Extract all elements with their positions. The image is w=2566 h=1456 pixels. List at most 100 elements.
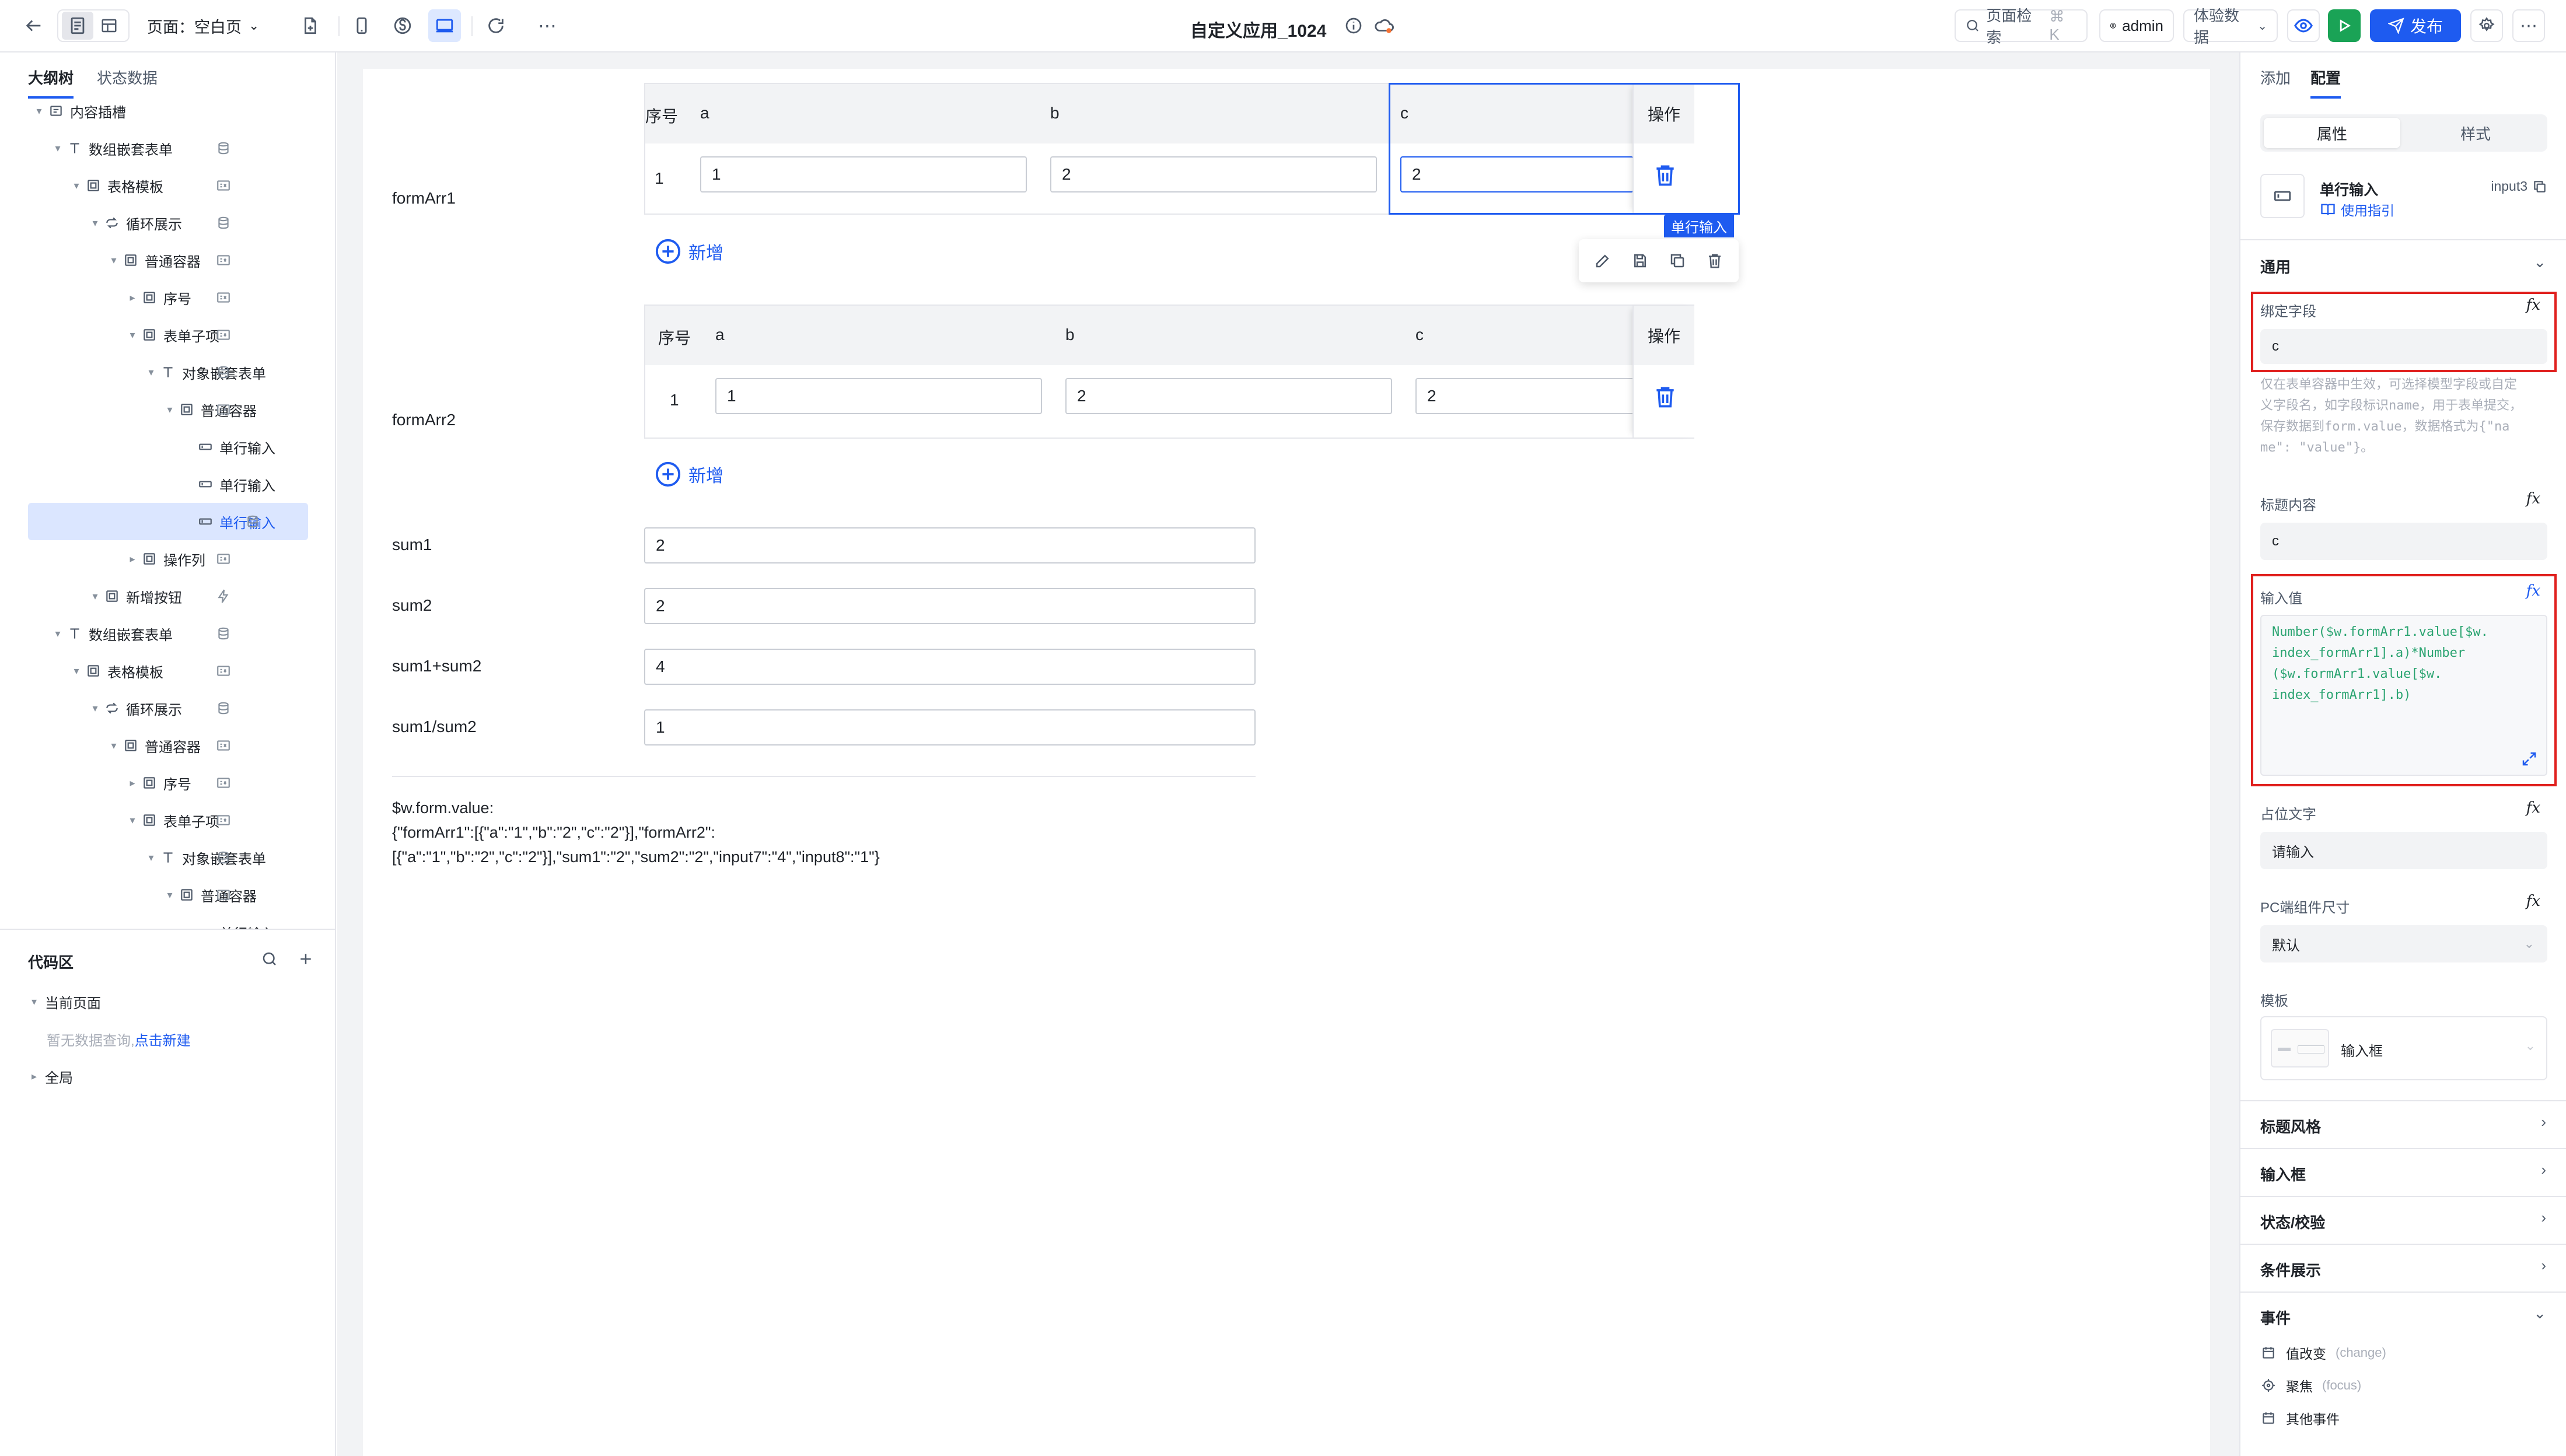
tree-node[interactable]: ▾ 新增按钮 (0, 578, 308, 615)
fx-icon[interactable]: fx (2526, 799, 2540, 817)
tree-node[interactable]: 单行输入 (28, 503, 308, 540)
mini-program-icon[interactable] (386, 9, 419, 42)
section-input-box[interactable]: 输入框 (2260, 1163, 2306, 1185)
page-selector[interactable]: 页面：空白页 ⌄ (147, 9, 259, 42)
copy-icon[interactable] (1664, 247, 1691, 274)
fx-icon[interactable]: fx (2526, 892, 2540, 910)
chevron-right-icon[interactable]: › (2541, 1161, 2546, 1179)
layout-icon[interactable] (93, 12, 125, 40)
caret-down-icon[interactable]: ▾ (107, 740, 120, 752)
event-other[interactable]: 其他事件 (2260, 1408, 2340, 1428)
edit-icon[interactable] (1589, 247, 1616, 274)
tree-node[interactable]: ▾ 普通容器 (0, 727, 308, 764)
seg-properties[interactable]: 属性 (2264, 118, 2400, 148)
form2-input-c[interactable]: 2 (1415, 378, 1649, 414)
chevron-down-icon[interactable]: ⌄ (2533, 253, 2546, 271)
sum2-input[interactable]: 2 (644, 588, 1256, 624)
form1-input-c[interactable]: 2 (1400, 156, 1634, 192)
preview-eye-button[interactable] (2287, 9, 2320, 42)
add-icon[interactable] (294, 947, 317, 971)
fx-icon[interactable]: fx (2526, 296, 2540, 314)
tree-node[interactable]: ▸ 序号 (0, 764, 308, 802)
caret-down-icon[interactable]: ▾ (126, 814, 139, 827)
tree-node[interactable]: ▾ 数组嵌套表单 (0, 130, 308, 167)
expand-icon[interactable] (2520, 750, 2538, 768)
user-button[interactable]: admin (2099, 9, 2174, 42)
pc-size-select[interactable]: 默认 ⌄ (2260, 925, 2547, 963)
page-list-icon[interactable] (62, 12, 93, 40)
trash-icon[interactable] (1652, 383, 1678, 411)
tree-node[interactable]: 单行输入 (0, 914, 308, 929)
placeholder-input[interactable]: 请输入 (2260, 832, 2547, 869)
section-events[interactable]: 事件 (2260, 1307, 2291, 1328)
desktop-view-icon[interactable] (428, 9, 461, 42)
chevron-right-icon[interactable]: › (2541, 1113, 2546, 1131)
caret-down-icon[interactable]: ▸ (126, 777, 139, 789)
tree-node[interactable]: ▾ 表格模板 (0, 652, 308, 690)
page-search-button[interactable]: 页面检索 ⌘ K (1955, 7, 2088, 46)
tree-node[interactable]: ▸ 序号 (0, 279, 308, 316)
refresh-icon[interactable] (480, 9, 512, 42)
more-menu-button[interactable]: ⋯ (2512, 9, 2545, 42)
more-horizontal-icon[interactable]: ⋯ (531, 9, 564, 42)
section-general[interactable]: 通用 (2260, 256, 2291, 277)
seg-style[interactable]: 样式 (2407, 118, 2544, 148)
caret-down-icon[interactable]: ▾ (107, 254, 120, 267)
experience-data-dropdown[interactable]: 体验数据 ⌄ (2183, 7, 2278, 46)
form2-input-b[interactable]: 2 (1065, 378, 1392, 414)
form2-input-a[interactable]: 1 (715, 378, 1042, 414)
section-state-validation[interactable]: 状态/校验 (2260, 1211, 2325, 1233)
tree-node[interactable]: ▾ 循环展示 (0, 690, 308, 727)
chevron-right-icon[interactable]: › (2541, 1256, 2546, 1275)
search-icon[interactable] (258, 947, 281, 971)
save-icon[interactable] (1627, 247, 1653, 274)
chevron-right-icon[interactable]: › (2541, 1209, 2546, 1227)
caret-down-icon[interactable]: ▸ (126, 553, 139, 565)
tree-node[interactable]: ▾ 表单子项 (0, 802, 308, 839)
template-select[interactable]: 输入框 ⌄ (2260, 1016, 2547, 1080)
info-icon[interactable] (1342, 9, 1365, 42)
tab-state-data[interactable]: 状态数据 (97, 66, 158, 99)
chevron-down-icon[interactable]: ⌄ (2533, 1304, 2546, 1322)
tree-node[interactable]: ▾ 对象嵌套表单 (0, 839, 308, 876)
tree-node[interactable]: ▾ 表格模板 (0, 167, 308, 204)
publish-button[interactable]: 发布 (2370, 9, 2461, 42)
bind-field-input[interactable]: c (2260, 329, 2547, 364)
form1-input-b[interactable]: 2 (1050, 156, 1377, 192)
tree-node[interactable]: ▾ 普通容器 (0, 391, 308, 428)
section-condition-display[interactable]: 条件展示 (2260, 1259, 2321, 1280)
tree-node[interactable]: ▸ 操作列 (0, 540, 308, 578)
mobile-view-icon[interactable] (345, 9, 378, 42)
caret-down-icon[interactable]: ▾ (70, 180, 83, 192)
caret-down-icon[interactable]: ▾ (145, 366, 158, 379)
code-current-page[interactable]: ▾ 当前页面 (32, 992, 101, 1012)
run-button[interactable] (2328, 9, 2361, 42)
caret-down-icon[interactable]: ▾ (89, 217, 102, 229)
form1-add-button[interactable]: 新增 (655, 238, 723, 265)
caret-down-icon[interactable]: ▾ (126, 329, 139, 341)
tree-node[interactable]: ▾ 循环展示 (0, 204, 308, 242)
caret-down-icon[interactable]: ▾ (89, 702, 102, 715)
delete-icon[interactable] (1701, 247, 1728, 274)
usage-guide-link[interactable]: 使用指引 (2320, 200, 2394, 219)
fx-icon-active[interactable]: fx (2526, 582, 2540, 600)
tree-node[interactable]: ▾ 普通容器 (0, 876, 308, 914)
tree-node[interactable]: ▾ 内容插槽 (0, 99, 308, 130)
tab-outline-tree[interactable]: 大纲树 (28, 66, 74, 99)
tab-add[interactable]: 添加 (2260, 66, 2291, 99)
caret-down-icon[interactable]: ▾ (163, 889, 176, 901)
sum-div-input[interactable]: 1 (644, 709, 1256, 746)
copy-icon[interactable] (2532, 179, 2547, 194)
form2-add-button[interactable]: 新增 (655, 461, 723, 488)
caret-down-icon[interactable]: ▾ (145, 852, 158, 864)
event-focus[interactable]: 聚焦 (focus) (2260, 1376, 2361, 1395)
event-change[interactable]: 值改变 (change) (2260, 1343, 2386, 1363)
title-content-input[interactable]: c (2260, 523, 2547, 560)
input-value-expression[interactable]: Number($w.formArr1.value[$w. index_formA… (2260, 615, 2547, 776)
caret-down-icon[interactable]: ▾ (163, 404, 176, 416)
fx-icon[interactable]: fx (2526, 490, 2540, 508)
tree-node[interactable]: 单行输入 (0, 466, 308, 503)
caret-down-icon[interactable]: ▾ (33, 105, 46, 117)
new-page-icon[interactable] (294, 9, 327, 42)
caret-down-icon[interactable]: ▾ (89, 590, 102, 603)
